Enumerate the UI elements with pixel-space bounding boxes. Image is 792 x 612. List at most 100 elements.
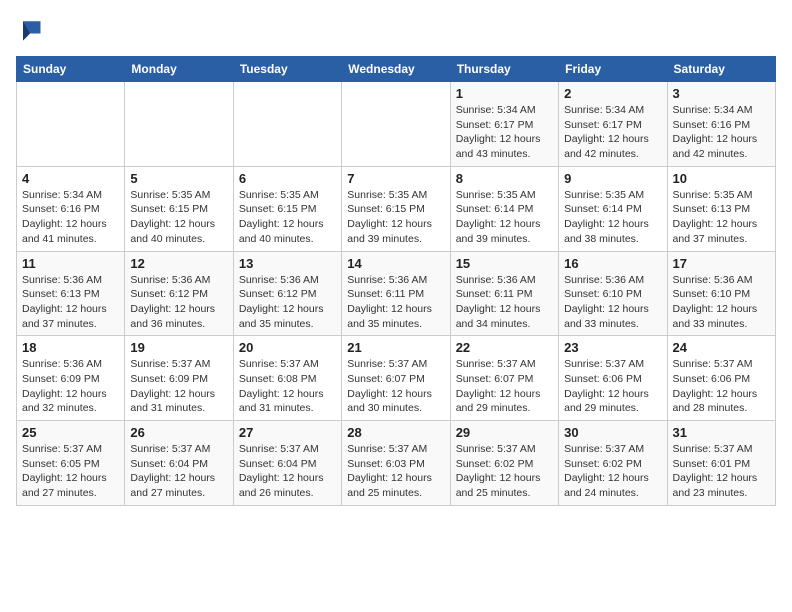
day-number: 21 xyxy=(347,340,444,355)
day-info: Sunrise: 5:36 AM Sunset: 6:10 PM Dayligh… xyxy=(564,273,661,332)
day-info: Sunrise: 5:37 AM Sunset: 6:01 PM Dayligh… xyxy=(673,442,770,501)
header-day-saturday: Saturday xyxy=(667,57,775,82)
week-row-3: 11 Sunrise: 5:36 AM Sunset: 6:13 PM Dayli… xyxy=(17,251,776,336)
day-info: Sunrise: 5:37 AM Sunset: 6:04 PM Dayligh… xyxy=(239,442,336,501)
calendar-cell: 3 Sunrise: 5:34 AM Sunset: 6:16 PM Daylig… xyxy=(667,82,775,167)
week-row-2: 4Sunrise: 5:34 AM Sunset: 6:16 PM Daylig… xyxy=(17,166,776,251)
calendar-cell: 10 Sunrise: 5:35 AM Sunset: 6:13 PM Dayli… xyxy=(667,166,775,251)
day-number: 22 xyxy=(456,340,553,355)
calendar-cell: 2Sunrise: 5:34 AM Sunset: 6:17 PM Daylig… xyxy=(559,82,667,167)
day-info: Sunrise: 5:37 AM Sunset: 6:03 PM Dayligh… xyxy=(347,442,444,501)
day-info: Sunrise: 5:36 AM Sunset: 6:11 PM Dayligh… xyxy=(456,273,553,332)
day-info: Sunrise: 5:34 AM Sunset: 6:17 PM Dayligh… xyxy=(456,103,553,162)
day-number: 3 xyxy=(673,86,770,101)
calendar-table: SundayMondayTuesdayWednesdayThursdayFrid… xyxy=(16,56,776,506)
calendar-cell: 25Sunrise: 5:37 AM Sunset: 6:05 PM Dayli… xyxy=(17,421,125,506)
header-day-sunday: Sunday xyxy=(17,57,125,82)
day-number: 31 xyxy=(673,425,770,440)
calendar-cell: 7 Sunrise: 5:35 AM Sunset: 6:15 PM Daylig… xyxy=(342,166,450,251)
day-info: Sunrise: 5:37 AM Sunset: 6:02 PM Dayligh… xyxy=(456,442,553,501)
day-info: Sunrise: 5:37 AM Sunset: 6:06 PM Dayligh… xyxy=(673,357,770,416)
logo-icon xyxy=(16,16,44,44)
header-day-friday: Friday xyxy=(559,57,667,82)
calendar-cell: 28 Sunrise: 5:37 AM Sunset: 6:03 PM Dayli… xyxy=(342,421,450,506)
week-row-1: 1 Sunrise: 5:34 AM Sunset: 6:17 PM Daylig… xyxy=(17,82,776,167)
day-info: Sunrise: 5:36 AM Sunset: 6:09 PM Dayligh… xyxy=(22,357,119,416)
day-info: Sunrise: 5:35 AM Sunset: 6:14 PM Dayligh… xyxy=(564,188,661,247)
day-info: Sunrise: 5:37 AM Sunset: 6:09 PM Dayligh… xyxy=(130,357,227,416)
calendar-cell xyxy=(342,82,450,167)
day-info: Sunrise: 5:36 AM Sunset: 6:12 PM Dayligh… xyxy=(239,273,336,332)
calendar-cell: 26Sunrise: 5:37 AM Sunset: 6:04 PM Dayli… xyxy=(125,421,233,506)
calendar-cell: 30 Sunrise: 5:37 AM Sunset: 6:02 PM Dayli… xyxy=(559,421,667,506)
calendar-body: 1 Sunrise: 5:34 AM Sunset: 6:17 PM Daylig… xyxy=(17,82,776,506)
day-number: 12 xyxy=(130,256,227,271)
day-number: 17 xyxy=(673,256,770,271)
calendar-cell: 5Sunrise: 5:35 AM Sunset: 6:15 PM Daylig… xyxy=(125,166,233,251)
day-number: 13 xyxy=(239,256,336,271)
calendar-cell: 23 Sunrise: 5:37 AM Sunset: 6:06 PM Dayli… xyxy=(559,336,667,421)
calendar-cell: 29 Sunrise: 5:37 AM Sunset: 6:02 PM Dayli… xyxy=(450,421,558,506)
calendar-cell: 22 Sunrise: 5:37 AM Sunset: 6:07 PM Dayli… xyxy=(450,336,558,421)
day-number: 9 xyxy=(564,171,661,186)
header-row: SundayMondayTuesdayWednesdayThursdayFrid… xyxy=(17,57,776,82)
calendar-cell: 18 Sunrise: 5:36 AM Sunset: 6:09 PM Dayli… xyxy=(17,336,125,421)
day-number: 20 xyxy=(239,340,336,355)
week-row-5: 25Sunrise: 5:37 AM Sunset: 6:05 PM Dayli… xyxy=(17,421,776,506)
calendar-header: SundayMondayTuesdayWednesdayThursdayFrid… xyxy=(17,57,776,82)
day-info: Sunrise: 5:36 AM Sunset: 6:12 PM Dayligh… xyxy=(130,273,227,332)
calendar-cell: 15 Sunrise: 5:36 AM Sunset: 6:11 PM Dayli… xyxy=(450,251,558,336)
day-info: Sunrise: 5:35 AM Sunset: 6:15 PM Dayligh… xyxy=(130,188,227,247)
calendar-cell: 17Sunrise: 5:36 AM Sunset: 6:10 PM Dayli… xyxy=(667,251,775,336)
calendar-cell: 9 Sunrise: 5:35 AM Sunset: 6:14 PM Daylig… xyxy=(559,166,667,251)
day-info: Sunrise: 5:34 AM Sunset: 6:16 PM Dayligh… xyxy=(673,103,770,162)
calendar-cell: 12 Sunrise: 5:36 AM Sunset: 6:12 PM Dayli… xyxy=(125,251,233,336)
day-info: Sunrise: 5:36 AM Sunset: 6:13 PM Dayligh… xyxy=(22,273,119,332)
calendar-cell xyxy=(233,82,341,167)
header-day-thursday: Thursday xyxy=(450,57,558,82)
day-number: 15 xyxy=(456,256,553,271)
day-number: 28 xyxy=(347,425,444,440)
day-number: 23 xyxy=(564,340,661,355)
day-number: 10 xyxy=(673,171,770,186)
calendar-cell: 13 Sunrise: 5:36 AM Sunset: 6:12 PM Dayli… xyxy=(233,251,341,336)
week-row-4: 18 Sunrise: 5:36 AM Sunset: 6:09 PM Dayli… xyxy=(17,336,776,421)
calendar-cell xyxy=(125,82,233,167)
calendar-cell: 19 Sunrise: 5:37 AM Sunset: 6:09 PM Dayli… xyxy=(125,336,233,421)
day-info: Sunrise: 5:37 AM Sunset: 6:06 PM Dayligh… xyxy=(564,357,661,416)
calendar-cell: 14 Sunrise: 5:36 AM Sunset: 6:11 PM Dayli… xyxy=(342,251,450,336)
logo xyxy=(16,16,48,44)
day-number: 29 xyxy=(456,425,553,440)
header-day-monday: Monday xyxy=(125,57,233,82)
calendar-cell: 21 Sunrise: 5:37 AM Sunset: 6:07 PM Dayli… xyxy=(342,336,450,421)
day-info: Sunrise: 5:35 AM Sunset: 6:13 PM Dayligh… xyxy=(673,188,770,247)
day-info: Sunrise: 5:37 AM Sunset: 6:04 PM Dayligh… xyxy=(130,442,227,501)
day-number: 6 xyxy=(239,171,336,186)
calendar-cell: 16 Sunrise: 5:36 AM Sunset: 6:10 PM Dayli… xyxy=(559,251,667,336)
day-number: 30 xyxy=(564,425,661,440)
day-info: Sunrise: 5:37 AM Sunset: 6:07 PM Dayligh… xyxy=(347,357,444,416)
day-number: 1 xyxy=(456,86,553,101)
day-number: 14 xyxy=(347,256,444,271)
calendar-cell: 20Sunrise: 5:37 AM Sunset: 6:08 PM Dayli… xyxy=(233,336,341,421)
day-number: 25 xyxy=(22,425,119,440)
calendar-cell xyxy=(17,82,125,167)
day-number: 7 xyxy=(347,171,444,186)
day-number: 16 xyxy=(564,256,661,271)
day-number: 2 xyxy=(564,86,661,101)
calendar-cell: 8 Sunrise: 5:35 AM Sunset: 6:14 PM Daylig… xyxy=(450,166,558,251)
header-day-tuesday: Tuesday xyxy=(233,57,341,82)
day-info: Sunrise: 5:35 AM Sunset: 6:14 PM Dayligh… xyxy=(456,188,553,247)
day-info: Sunrise: 5:37 AM Sunset: 6:07 PM Dayligh… xyxy=(456,357,553,416)
day-info: Sunrise: 5:36 AM Sunset: 6:11 PM Dayligh… xyxy=(347,273,444,332)
calendar-cell: 24Sunrise: 5:37 AM Sunset: 6:06 PM Dayli… xyxy=(667,336,775,421)
day-number: 19 xyxy=(130,340,227,355)
calendar-cell: 11 Sunrise: 5:36 AM Sunset: 6:13 PM Dayli… xyxy=(17,251,125,336)
day-number: 27 xyxy=(239,425,336,440)
day-number: 8 xyxy=(456,171,553,186)
page-header xyxy=(16,16,776,44)
day-info: Sunrise: 5:35 AM Sunset: 6:15 PM Dayligh… xyxy=(347,188,444,247)
day-info: Sunrise: 5:37 AM Sunset: 6:02 PM Dayligh… xyxy=(564,442,661,501)
day-number: 18 xyxy=(22,340,119,355)
day-number: 11 xyxy=(22,256,119,271)
